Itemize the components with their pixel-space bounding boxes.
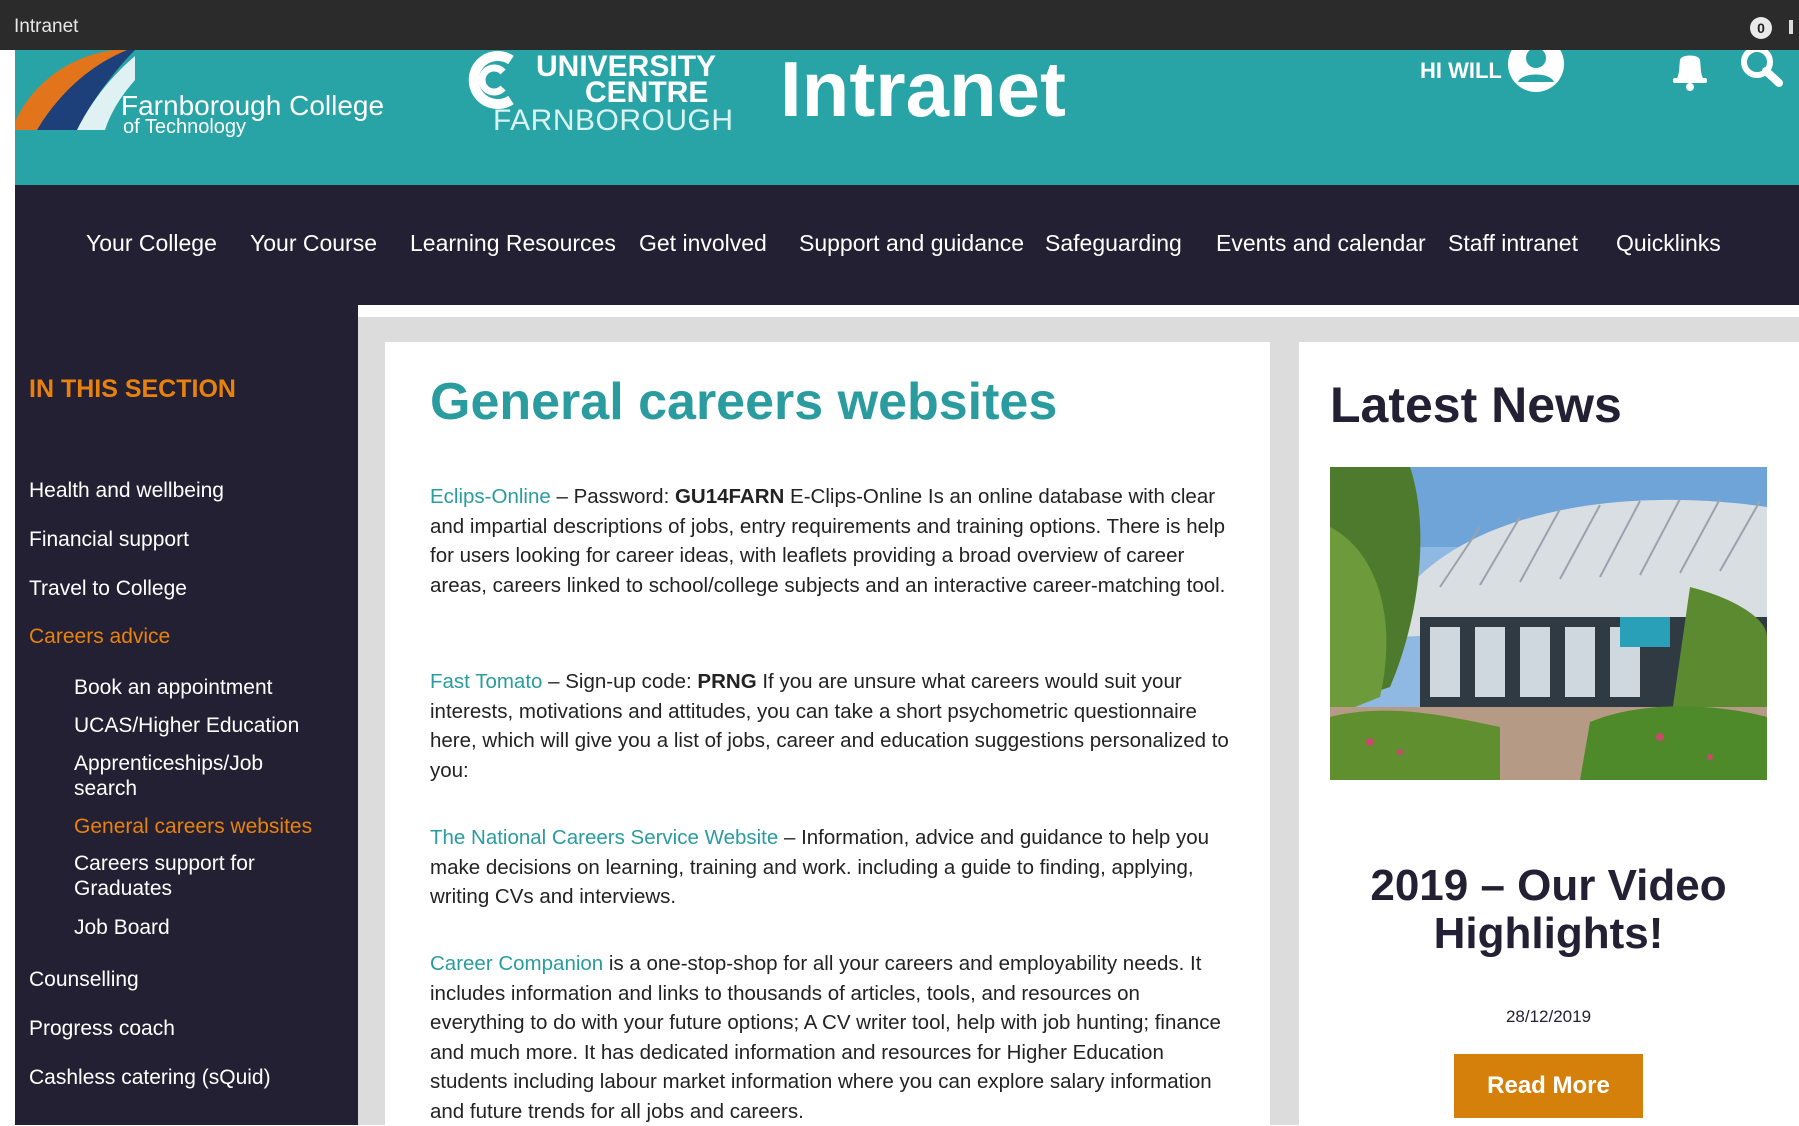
news-article-image[interactable] <box>1330 467 1767 780</box>
entry-career-companion: Career Companion is a one-stop-shop for … <box>430 949 1230 1126</box>
user-account-icon[interactable] <box>1507 50 1565 96</box>
page-title: General careers websites <box>430 373 1058 431</box>
sidebar-subitem-ucas-higher-education[interactable]: UCAS/Higher Education <box>74 713 334 738</box>
entry-eclips-online: Eclips-Online – Password: GU14FARN E-Cli… <box>430 482 1230 600</box>
nav-your-college[interactable]: Your College <box>86 230 217 257</box>
career-companion-link[interactable]: Career Companion <box>430 952 603 975</box>
sidebar-item-travel-to-college[interactable]: Travel to College <box>29 577 187 601</box>
fast-tomato-signup-code: PRNG <box>697 670 757 693</box>
window-title: Intranet <box>14 16 79 37</box>
nav-your-course[interactable]: Your Course <box>250 230 377 257</box>
sidebar-heading: IN THIS SECTION <box>29 375 236 403</box>
latest-news-panel: Latest News 2019 – Our Video Highlights!… <box>1299 342 1799 1125</box>
sidebar-item-counselling[interactable]: Counselling <box>29 968 139 992</box>
college-subtitle: of Technology <box>123 116 247 138</box>
eclips-online-link[interactable]: Eclips-Online <box>430 485 551 508</box>
search-icon[interactable] <box>1737 50 1789 96</box>
national-careers-service-link[interactable]: The National Careers Service Website <box>430 826 778 849</box>
page-left-margin <box>0 50 15 1125</box>
sidebar-item-cashless-catering[interactable]: Cashless catering (sQuid) <box>29 1066 271 1090</box>
nav-staff-intranet[interactable]: Staff intranet <box>1448 230 1578 257</box>
news-article-title[interactable]: 2019 – Our Video Highlights! <box>1330 862 1767 958</box>
entry-fast-tomato: Fast Tomato – Sign-up code: PRNG If you … <box>430 667 1230 785</box>
main-navigation: Your College Your Course Learning Resour… <box>15 185 1799 305</box>
notification-count-badge[interactable]: 0 <box>1750 17 1772 39</box>
career-companion-description: is a one-stop-shop for all your careers … <box>430 952 1221 1123</box>
notifications-bell-icon[interactable] <box>1668 52 1712 94</box>
sidebar-subitem-careers-support-for-graduates[interactable]: Careers support for Graduates <box>74 851 294 901</box>
college-swoosh-icon <box>15 50 135 130</box>
user-greeting: HI WILL <box>1420 58 1502 83</box>
sidebar-subitem-book-an-appointment[interactable]: Book an appointment <box>74 675 334 700</box>
read-more-button[interactable]: Read More <box>1454 1054 1643 1118</box>
nav-support-and-guidance[interactable]: Support and guidance <box>799 230 1024 257</box>
news-article-date: 28/12/2019 <box>1505 1007 1592 1026</box>
sidebar-subitem-apprenticeships-job-search[interactable]: Apprenticeships/Job search <box>74 751 294 801</box>
entry-national-careers-service: The National Careers Service Website – I… <box>430 823 1230 912</box>
window-edge-control[interactable] <box>1789 20 1793 34</box>
sidebar-item-progress-coach[interactable]: Progress coach <box>29 1017 175 1041</box>
site-title: Intranet <box>780 50 1067 133</box>
nav-quicklinks[interactable]: Quicklinks <box>1616 230 1721 257</box>
farnborough-college-logo[interactable]: Farnborough College of Technology <box>15 50 385 185</box>
sidebar-item-health-and-wellbeing[interactable]: Health and wellbeing <box>29 479 224 503</box>
sidebar-item-careers-advice[interactable]: Careers advice <box>29 625 170 649</box>
main-content: General careers websites Eclips-Online –… <box>385 342 1270 1125</box>
uc-line-farnborough: FARNBOROUGH <box>493 104 734 137</box>
nav-events-and-calendar[interactable]: Events and calendar <box>1216 230 1426 257</box>
site-header: Farnborough College of Technology UNIVER… <box>15 50 1799 185</box>
section-sidebar: IN THIS SECTION Health and wellbeing Fin… <box>15 305 358 1125</box>
sidebar-item-financial-support[interactable]: Financial support <box>29 528 189 552</box>
university-centre-logo[interactable]: UNIVERSITY CENTRE FARNBOROUGH <box>465 50 733 185</box>
latest-news-heading: Latest News <box>1330 377 1622 433</box>
nav-safeguarding[interactable]: Safeguarding <box>1045 230 1182 257</box>
eclips-online-password: GU14FARN <box>674 485 785 508</box>
sidebar-subitem-general-careers-websites[interactable]: General careers websites <box>74 814 334 839</box>
fast-tomato-pre: – Sign-up code: <box>542 670 698 693</box>
nav-get-involved[interactable]: Get involved <box>639 230 767 257</box>
window-titlebar: Intranet 0 <box>0 0 1799 50</box>
content-top-strip <box>358 305 1799 317</box>
nav-learning-resources[interactable]: Learning Resources <box>410 230 616 257</box>
fast-tomato-link[interactable]: Fast Tomato <box>430 670 542 693</box>
university-centre-c-icon <box>468 51 514 109</box>
eclips-online-pre: – Password: <box>550 485 675 508</box>
sidebar-subitem-job-board[interactable]: Job Board <box>74 915 334 940</box>
